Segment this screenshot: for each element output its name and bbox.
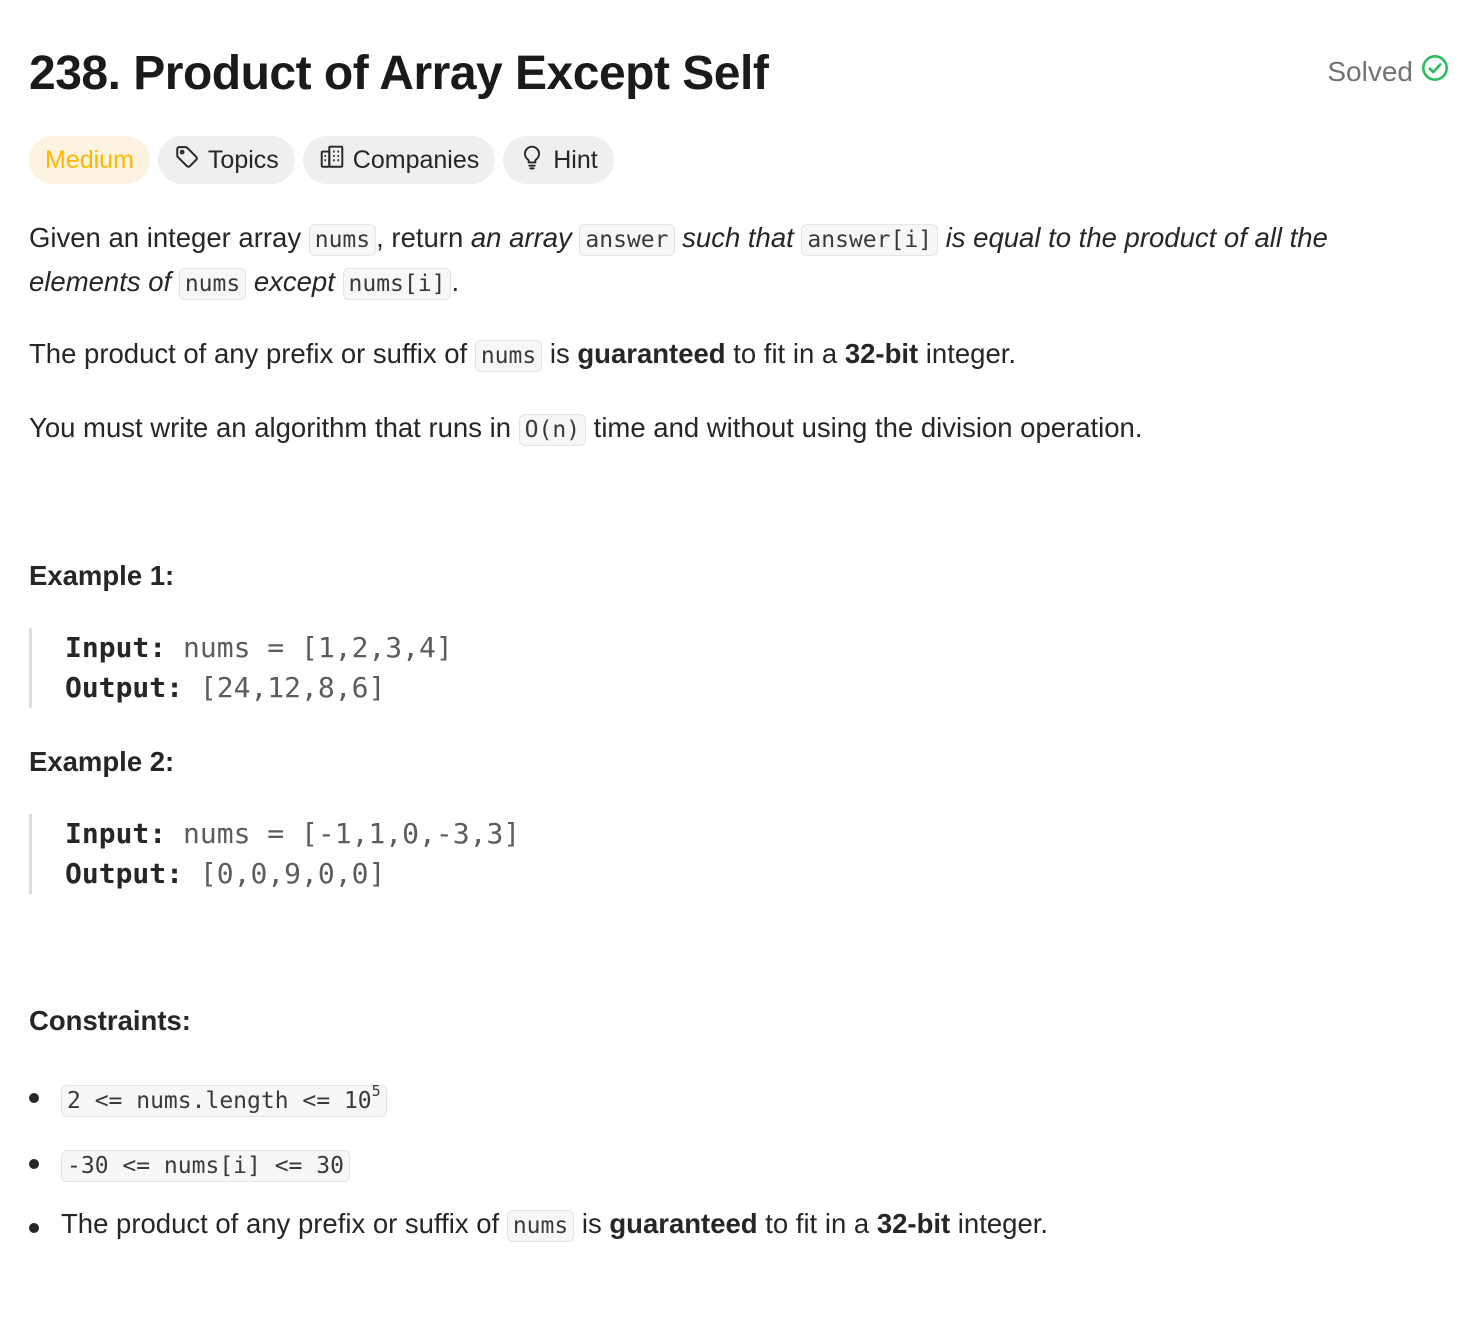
lightbulb-icon: [519, 144, 545, 177]
constraint-text: -30 <= nums[i] <= 30: [61, 1148, 350, 1182]
inline-code: -30 <= nums[i] <= 30: [61, 1150, 350, 1182]
constraint-text: 2 <= nums.length <= 105: [61, 1082, 387, 1117]
title-row: 238. Product of Array Except Self Solved: [29, 44, 1449, 106]
text: is: [542, 338, 578, 369]
text: integer.: [918, 338, 1017, 369]
inline-code: nums: [178, 268, 247, 300]
hint-label: Hint: [553, 145, 598, 174]
bullet-icon: [29, 1093, 39, 1103]
bold-text: 32-bit: [876, 1208, 951, 1239]
inline-code: nums[i]: [342, 268, 452, 300]
bullet-icon: [29, 1223, 39, 1233]
difficulty-badge: Medium: [29, 136, 150, 184]
example-1-block: Input: nums = [1,2,3,4] Output: [24,12,8…: [29, 628, 453, 708]
example-2-heading: Example 2:: [29, 746, 175, 777]
input-value: nums = [-1,1,0,-3,3]: [183, 817, 521, 850]
description-paragraph-2: The product of any prefix or suffix of n…: [29, 333, 1429, 377]
topics-label: Topics: [207, 145, 279, 174]
text: You must write an algorithm that runs in: [29, 412, 519, 443]
text: time and without using the division oper…: [586, 412, 1143, 443]
output-label: Output:: [65, 857, 184, 890]
solved-status: Solved: [1327, 54, 1449, 89]
input-label: Input:: [65, 631, 167, 664]
example-input-line: Input: nums = [-1,1,0,-3,3]: [65, 814, 520, 854]
tag-chips: Medium Topics Companies Hint: [29, 136, 614, 184]
emphasis-text: elements of: [29, 266, 172, 297]
inline-code: answer[i]: [801, 224, 939, 256]
text: .: [451, 266, 460, 297]
superscript: 5: [371, 1082, 381, 1100]
emphasis-text: except: [253, 266, 335, 297]
output-value: [0,0,9,0,0]: [199, 857, 386, 890]
problem-title[interactable]: 238. Product of Array Except Self: [29, 44, 1449, 104]
companies-button[interactable]: Companies: [302, 136, 496, 184]
code-text: 2 <= nums.length <= 10: [67, 1088, 372, 1114]
text: is: [574, 1208, 610, 1239]
bullet-icon: [29, 1159, 39, 1169]
bold-text: 32-bit: [844, 338, 919, 369]
building-icon: [319, 144, 345, 177]
difficulty-label: Medium: [45, 145, 134, 174]
topics-button[interactable]: Topics: [157, 136, 295, 184]
emphasis-text: an array: [470, 222, 572, 253]
constraint-text: The product of any prefix or suffix of n…: [61, 1208, 1049, 1242]
hint-button[interactable]: Hint: [503, 136, 614, 184]
tag-icon: [174, 144, 200, 177]
emphasis-text: is equal to the product of all the: [945, 222, 1328, 253]
text: integer.: [950, 1208, 1049, 1239]
input-label: Input:: [65, 817, 167, 850]
example-2-block: Input: nums = [-1,1,0,-3,3] Output: [0,0…: [29, 814, 520, 894]
text: to fit in a: [757, 1208, 877, 1239]
inline-code: nums: [506, 1210, 575, 1242]
example-1-heading: Example 1:: [29, 560, 175, 591]
bold-text: guaranteed: [609, 1208, 758, 1239]
inline-code: nums: [308, 224, 377, 256]
example-input-line: Input: nums = [1,2,3,4]: [65, 628, 453, 668]
example-output-line: Output: [0,0,9,0,0]: [65, 854, 520, 894]
constraints-heading: Constraints:: [29, 1005, 191, 1036]
text: The product of any prefix or suffix of: [29, 338, 475, 369]
text: to fit in a: [725, 338, 845, 369]
inline-code: O(n): [518, 414, 587, 446]
companies-label: Companies: [352, 145, 480, 174]
bold-text: guaranteed: [577, 338, 726, 369]
description-paragraph-1: Given an integer array nums, return an a…: [29, 217, 1429, 305]
text: , return: [376, 222, 471, 253]
output-label: Output:: [65, 671, 184, 704]
solved-label: Solved: [1327, 55, 1413, 87]
inline-code: 2 <= nums.length <= 105: [61, 1082, 387, 1117]
output-value: [24,12,8,6]: [199, 671, 386, 704]
description-paragraph-3: You must write an algorithm that runs in…: [29, 407, 1429, 451]
inline-code: answer: [579, 224, 675, 256]
emphasis-text: such that: [682, 222, 794, 253]
example-output-line: Output: [24,12,8,6]: [65, 668, 453, 708]
check-circle-icon: [1421, 54, 1449, 89]
inline-code: nums: [474, 340, 543, 372]
input-value: nums = [1,2,3,4]: [183, 631, 453, 664]
text: The product of any prefix or suffix of: [61, 1208, 507, 1239]
text: Given an integer array: [29, 222, 309, 253]
